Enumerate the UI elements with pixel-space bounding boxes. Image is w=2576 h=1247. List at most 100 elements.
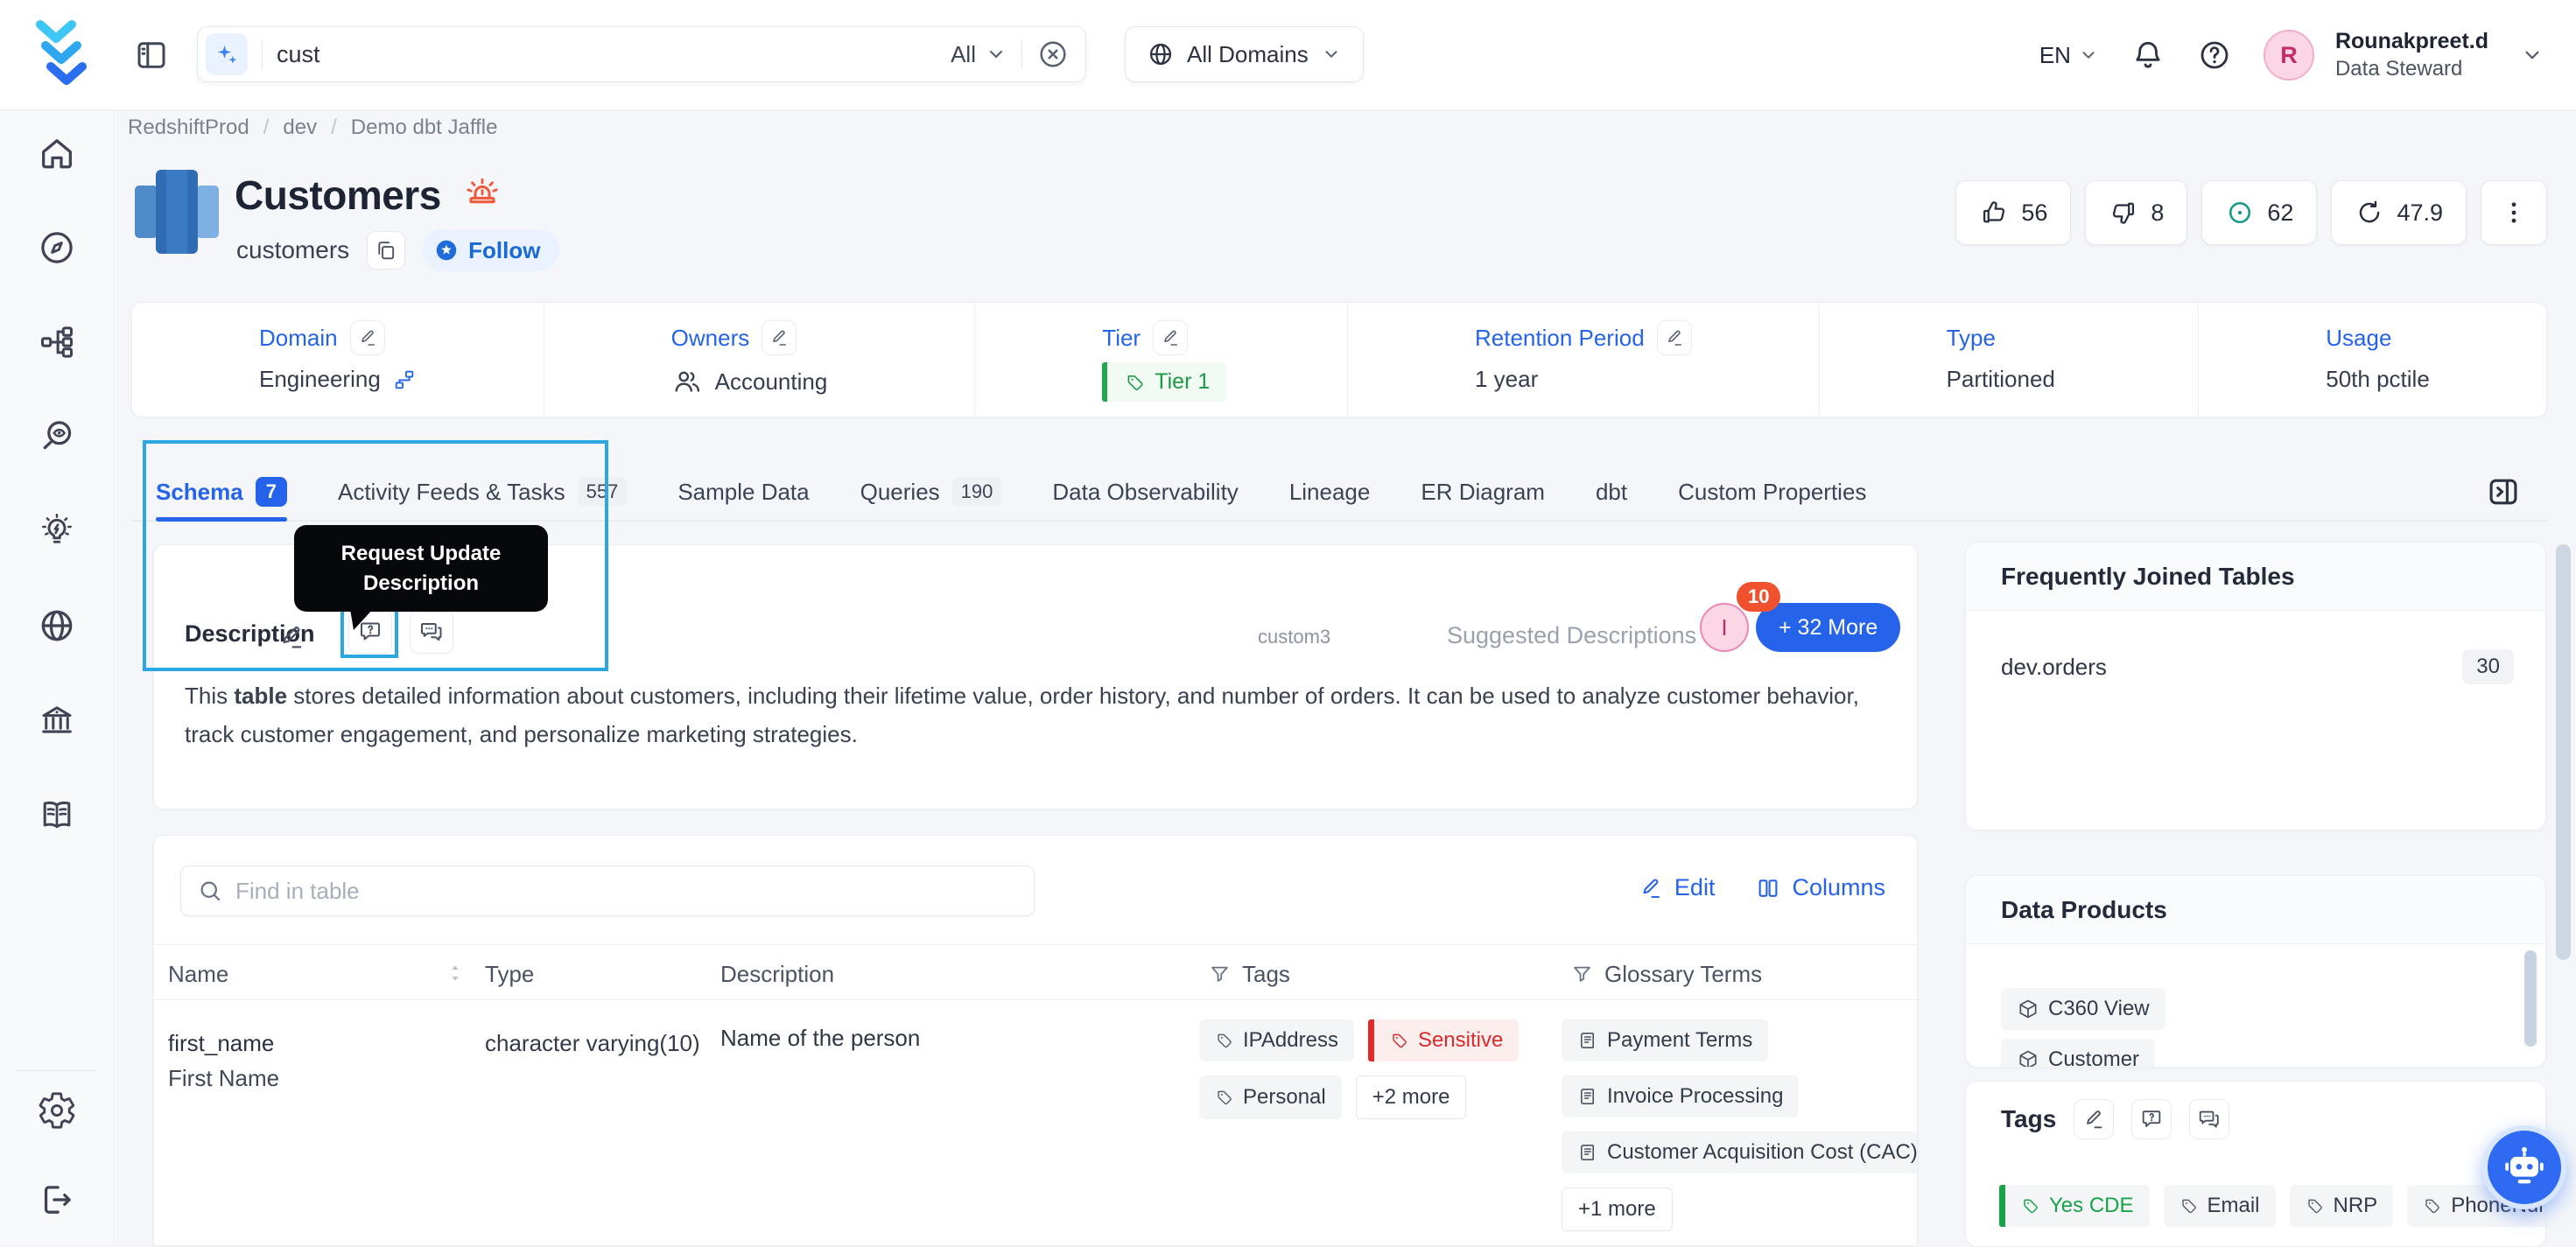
more-glossary-pill[interactable]: +1 more (1562, 1187, 1673, 1231)
top-bar: All All Domains EN R Rounakpreet.d Data … (0, 0, 2576, 110)
sidebar-item-insights[interactable] (37, 511, 77, 551)
notifications-bell-icon[interactable] (2130, 38, 2165, 73)
collapse-right-panel-icon[interactable] (2484, 473, 2523, 511)
breadcrumb-item[interactable]: dev (283, 116, 317, 140)
suggestion-avatar[interactable]: I (1700, 603, 1749, 652)
edit-tags-icon[interactable] (2074, 1099, 2115, 1139)
sidebar-item-workflows[interactable] (37, 322, 77, 362)
divider (16, 1070, 97, 1071)
tab-queries[interactable]: Queries 190 (860, 464, 1002, 520)
right-panel-scrollbar[interactable] (2556, 544, 2571, 960)
edit-owners-icon[interactable] (762, 320, 797, 355)
sidebar-item-logout[interactable] (37, 1180, 77, 1220)
column-header-description[interactable]: Description (720, 961, 834, 988)
columns-button[interactable]: Columns (1755, 874, 1885, 901)
tab-schema[interactable]: Schema 7 (156, 464, 287, 522)
tag-pill[interactable]: NRP (2289, 1185, 2394, 1227)
tab-sample-data[interactable]: Sample Data (677, 464, 809, 520)
column-header-tags[interactable]: Tags (1208, 961, 1290, 988)
app-logo[interactable] (33, 19, 98, 91)
glossary-term-pill[interactable]: Payment Terms (1562, 1019, 1769, 1061)
find-in-table-input[interactable] (180, 865, 1035, 916)
sidebar-toggle-icon[interactable] (133, 37, 170, 74)
tab-er-diagram[interactable]: ER Diagram (1421, 464, 1545, 520)
data-product-pill[interactable]: Customer (2001, 1039, 2156, 1067)
more-actions-button[interactable] (2481, 180, 2547, 245)
breadcrumb-item[interactable]: RedshiftProd (128, 116, 249, 140)
global-search[interactable]: All (197, 26, 1086, 82)
tag-icon (2021, 1196, 2040, 1215)
edit-retention-icon[interactable] (1656, 320, 1692, 355)
divider (262, 39, 263, 69)
tags-cell: IPAddress Sensitive Personal +2 more (1199, 1019, 1525, 1119)
announcement-alert-icon[interactable] (462, 175, 502, 215)
tag-pill[interactable]: Personal (1199, 1075, 1342, 1119)
glossary-term-pill[interactable]: Invoice Processing (1562, 1075, 1800, 1117)
column-name[interactable]: first_name (168, 1030, 274, 1057)
user-menu[interactable]: Rounakpreet.d Data Steward (2335, 28, 2488, 81)
column-header-name[interactable]: Name (168, 961, 228, 988)
suggested-descriptions-label: Suggested Descriptions (1447, 622, 1697, 648)
tags-comments-icon[interactable] (2189, 1099, 2230, 1139)
help-icon[interactable] (2197, 38, 2232, 73)
more-tags-pill[interactable]: +2 more (1355, 1075, 1467, 1119)
more-suggestions-button[interactable]: + 32 More (1756, 603, 1901, 652)
sidebar-item-web[interactable] (37, 606, 77, 646)
user-menu-chevron-icon[interactable] (2520, 43, 2544, 67)
ai-chat-button[interactable] (2482, 1125, 2566, 1209)
edit-description-icon[interactable] (277, 622, 306, 652)
column-description: Name of the person (720, 1025, 921, 1051)
sidebar-item-home[interactable] (37, 133, 77, 173)
sidebar-item-glossary[interactable] (37, 795, 77, 835)
edit-domain-icon[interactable] (349, 320, 385, 355)
tab-data-observability[interactable]: Data Observability (1052, 464, 1238, 520)
target-icon (2225, 198, 2255, 228)
breadcrumb-item[interactable]: Demo dbt Jaffle (351, 116, 498, 140)
tag-pill-yes-cde[interactable]: Yes CDE (1999, 1185, 2150, 1227)
column-header-glossary-terms[interactable]: Glossary Terms (1570, 961, 1762, 988)
meta-retention: Retention Period 1 year (1346, 303, 1819, 417)
search-input[interactable] (277, 40, 951, 68)
tag-pill-sensitive[interactable]: Sensitive (1367, 1019, 1520, 1061)
copy-name-icon[interactable] (367, 231, 406, 270)
kebab-menu-icon (2499, 198, 2529, 228)
sort-icon[interactable] (443, 961, 467, 985)
tag-pill[interactable]: Email (2163, 1185, 2276, 1227)
meta-tier: Tier Tier 1 (974, 303, 1347, 417)
clear-search-icon[interactable] (1036, 38, 1070, 71)
downvotes-button[interactable]: 8 (2085, 180, 2188, 245)
upvotes-button[interactable]: 56 (1955, 180, 2072, 245)
sidebar-item-observability[interactable] (37, 417, 77, 457)
thumbs-up-icon (1979, 198, 2009, 228)
language-dropdown[interactable]: EN (2039, 42, 2099, 69)
request-tags-icon[interactable] (2131, 1099, 2172, 1139)
tab-custom-properties[interactable]: Custom Properties (1678, 464, 1866, 520)
sidebar-item-settings[interactable] (37, 1090, 77, 1131)
search-scope-dropdown[interactable]: All (951, 41, 1007, 68)
user-avatar[interactable]: R (2263, 30, 2314, 81)
sidebar-item-discover[interactable] (37, 228, 77, 268)
data-product-pill[interactable]: C360 View (2001, 988, 2165, 1030)
frequently-joined-tables-title: Frequently Joined Tables (1966, 543, 2545, 611)
tag-pill[interactable]: IPAddress (1199, 1019, 1354, 1061)
find-in-table-field[interactable] (235, 877, 1018, 905)
sidebar-item-governance[interactable] (37, 700, 77, 740)
tab-dbt[interactable]: dbt (1596, 464, 1627, 520)
joined-table-row[interactable]: dev.orders 30 (1966, 611, 2545, 684)
watchers-button[interactable]: 62 (2201, 180, 2318, 245)
freshness-score-button[interactable]: 47.9 (2331, 180, 2467, 245)
edit-tier-icon[interactable] (1153, 320, 1189, 355)
tab-activity-feeds[interactable]: Activity Feeds & Tasks 557 (338, 464, 628, 520)
tier-badge[interactable]: Tier 1 (1102, 362, 1228, 402)
all-domains-dropdown[interactable]: All Domains (1125, 26, 1364, 82)
meta-type: Type Partitioned (1818, 303, 2199, 417)
glossary-term-pill[interactable]: Customer Acquisition Cost (CAC) (1562, 1131, 1917, 1173)
description-comments-icon[interactable] (410, 610, 453, 654)
edit-table-button[interactable]: Edit (1638, 874, 1715, 901)
follow-button[interactable]: Follow (423, 229, 560, 271)
star-badge-icon (433, 237, 460, 263)
tag-icon (1125, 372, 1146, 393)
data-products-scrollbar[interactable] (2524, 950, 2537, 1047)
tab-lineage[interactable]: Lineage (1289, 464, 1371, 520)
column-header-type[interactable]: Type (485, 961, 534, 988)
